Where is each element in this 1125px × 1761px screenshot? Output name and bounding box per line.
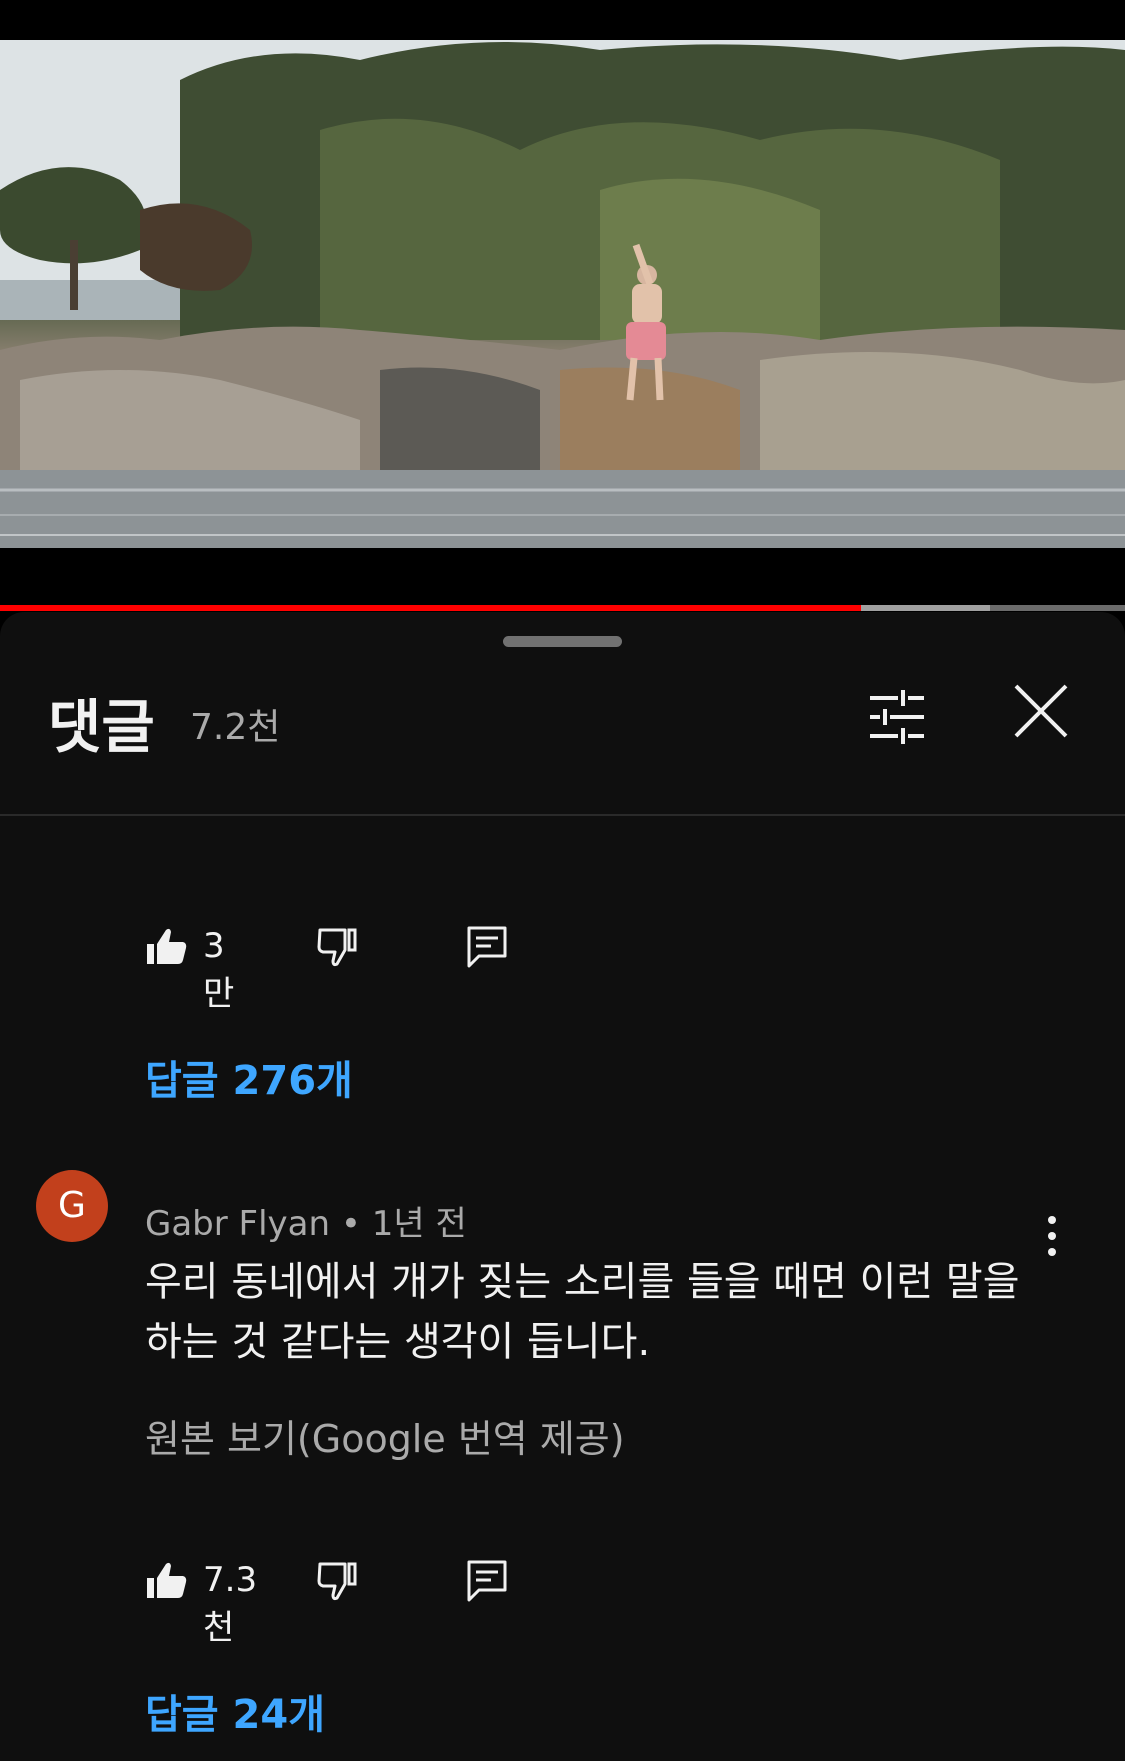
- comment-author[interactable]: Gabr Flyan: [145, 1204, 330, 1244]
- view-replies-link[interactable]: 답글 276개: [145, 1048, 353, 1106]
- comment-meta: Gabr Flyan • 1년 전: [145, 1196, 467, 1245]
- like-icon[interactable]: [145, 1558, 189, 1602]
- close-button[interactable]: [1010, 680, 1072, 742]
- avatar[interactable]: G: [36, 1170, 108, 1242]
- meta-separator: •: [340, 1204, 361, 1244]
- like-icon[interactable]: [145, 924, 189, 968]
- like-count: 7.3천: [203, 1560, 258, 1648]
- reply-icon[interactable]: [465, 1558, 509, 1602]
- comments-header: 댓글 7.2천: [0, 680, 1125, 770]
- video-progress-bar[interactable]: [0, 605, 1125, 611]
- dislike-icon[interactable]: [315, 924, 359, 968]
- more-options-icon[interactable]: [1030, 1214, 1074, 1258]
- sort-filter-button[interactable]: [866, 686, 928, 748]
- comments-count: 7.2천: [190, 707, 281, 748]
- show-original-link[interactable]: 원본 보기(Google 번역 제공): [145, 1408, 625, 1463]
- view-replies-link[interactable]: 답글 24개: [145, 1682, 325, 1740]
- dislike-icon[interactable]: [315, 1558, 359, 1602]
- comments-title: 댓글: [48, 693, 155, 761]
- like-count: 3만: [203, 926, 235, 1014]
- reply-icon[interactable]: [465, 924, 509, 968]
- video-player[interactable]: [0, 40, 1125, 548]
- comment-text: 우리 동네에서 개가 짖는 소리를 들을 때면 이런 말을 하는 것 같다는 생…: [145, 1259, 1020, 1365]
- close-icon: [1014, 684, 1068, 738]
- sort-filter-icon: [870, 690, 924, 744]
- progress-played: [0, 605, 861, 611]
- drag-handle[interactable]: [503, 636, 622, 647]
- header-divider: [0, 814, 1125, 816]
- comment-time: 1년 전: [371, 1204, 467, 1244]
- video-frame: [0, 40, 1125, 548]
